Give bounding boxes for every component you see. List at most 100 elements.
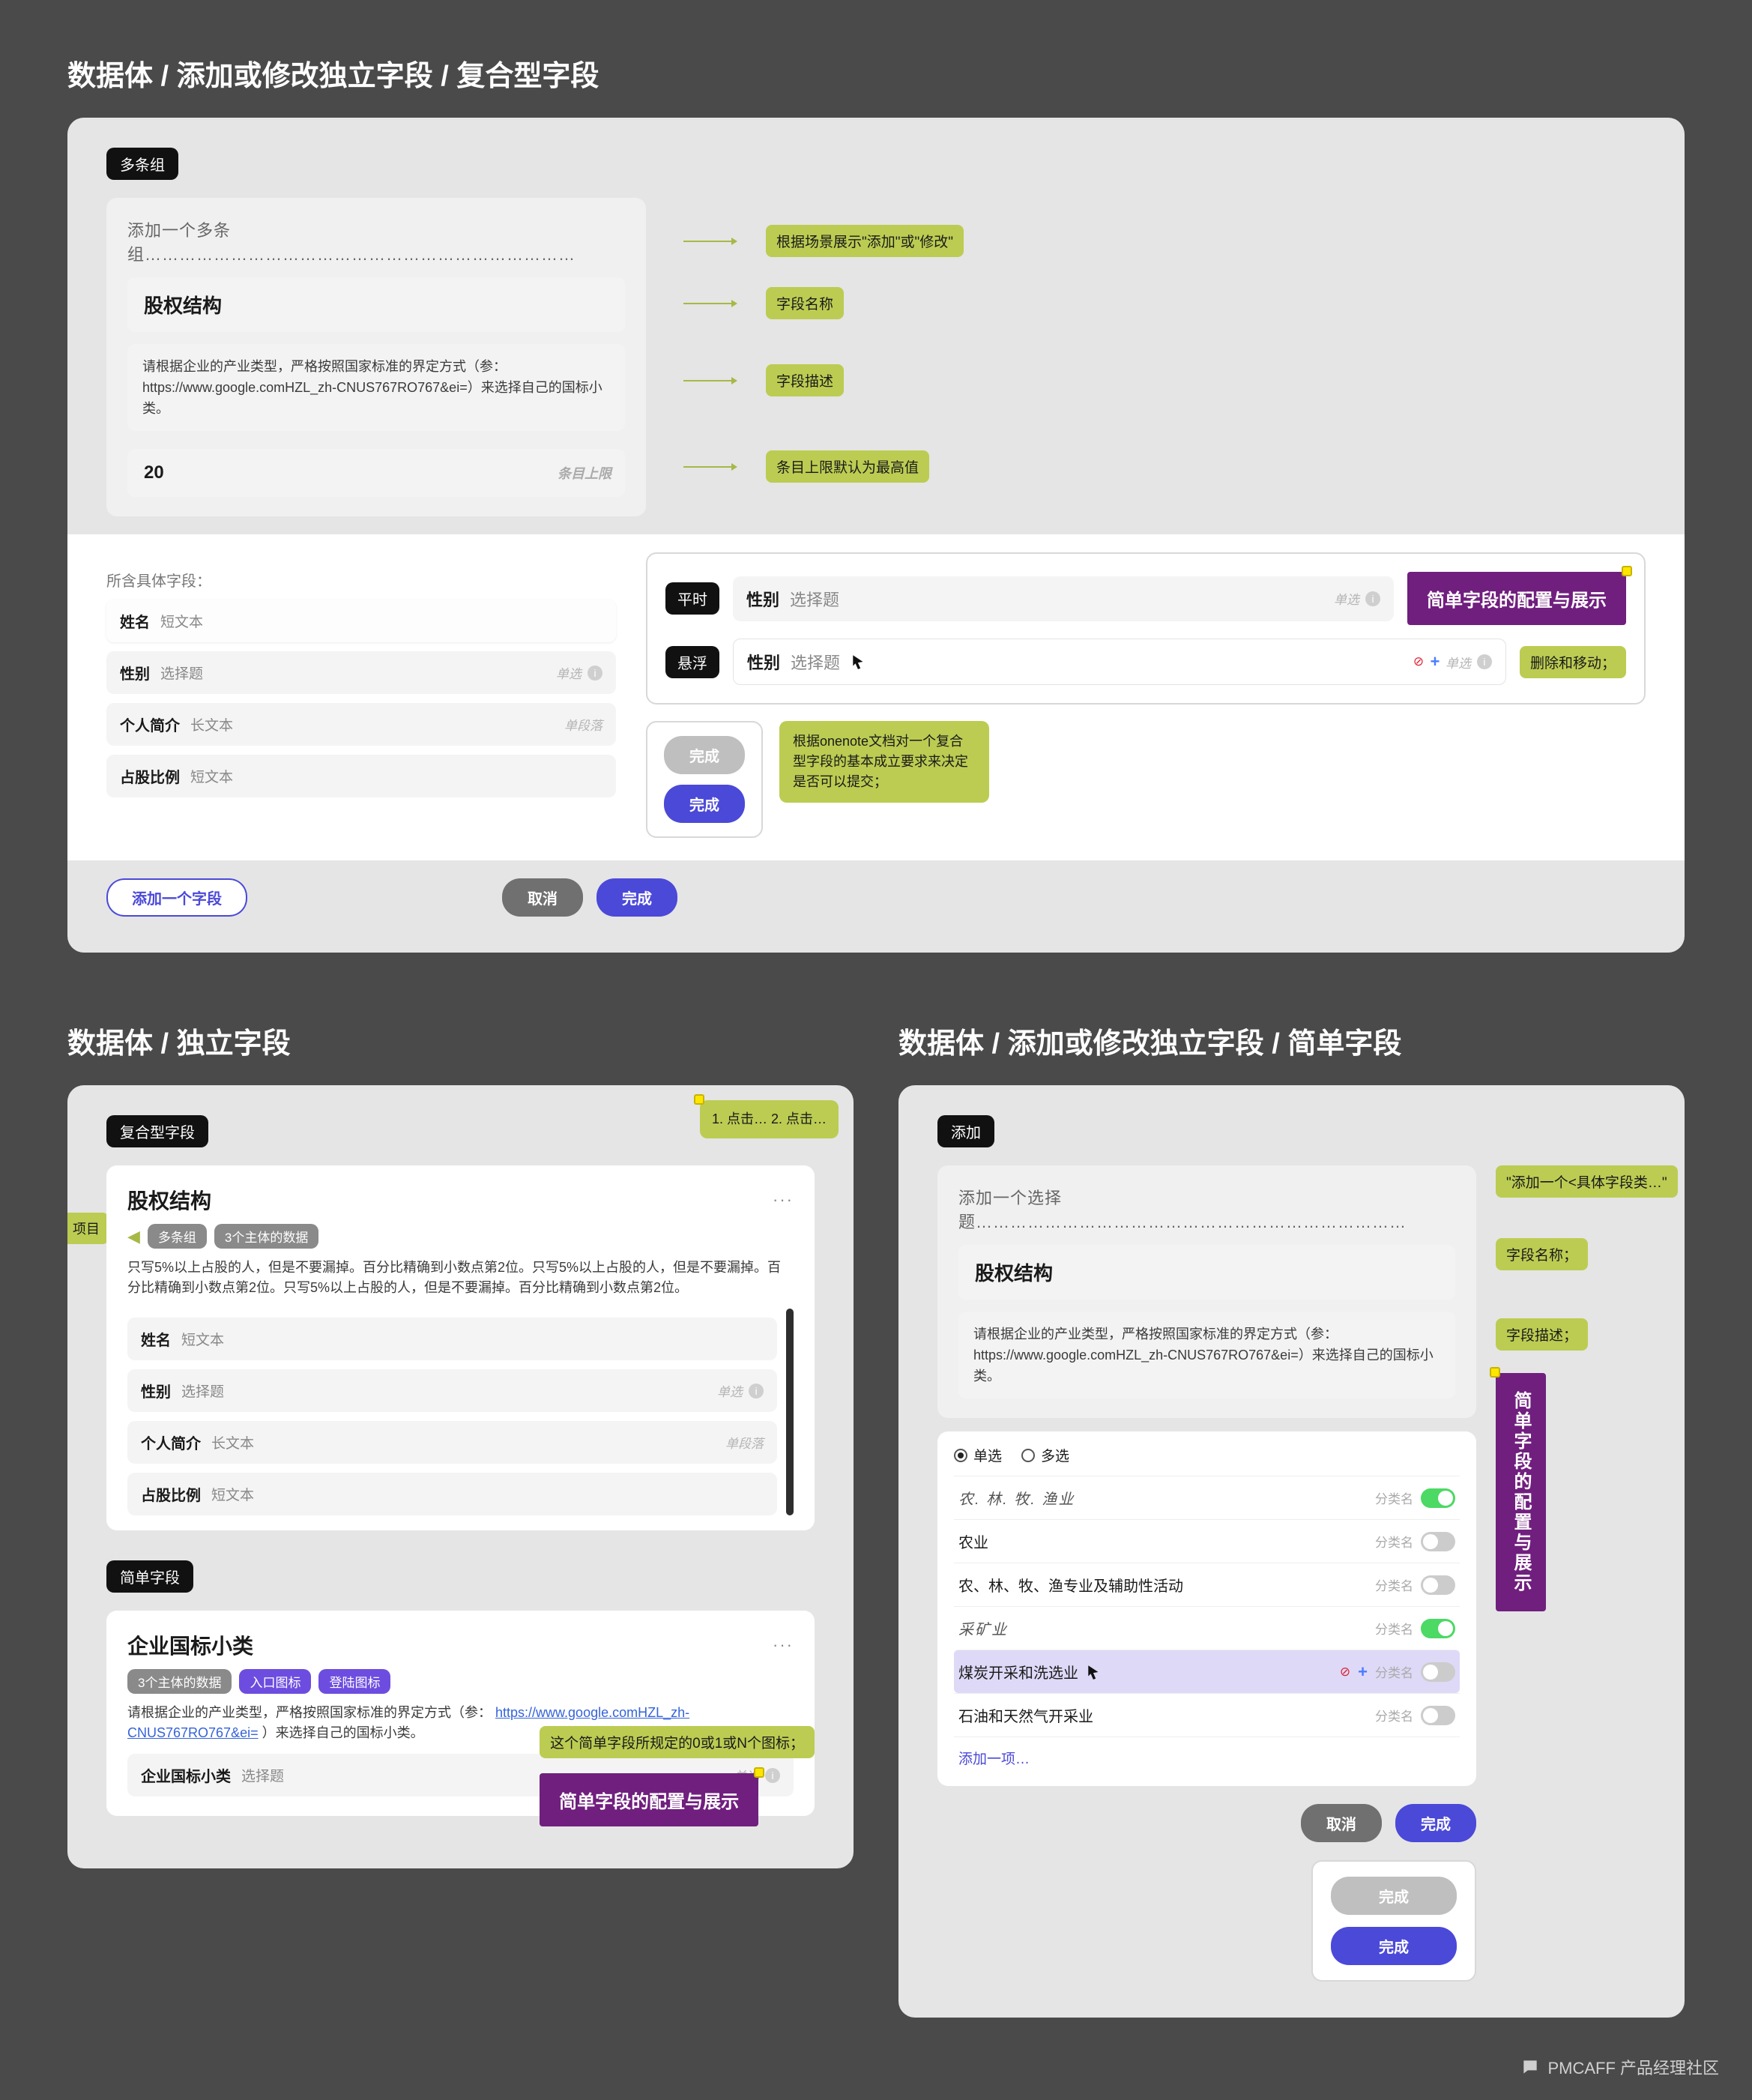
heading-panel3: 数据体 / 添加或修改独立字段 / 简单字段 — [898, 1020, 1685, 1061]
toggle[interactable] — [1421, 1488, 1455, 1508]
anno-limit: 条目上限默认为最高值 — [766, 450, 929, 483]
form1-card: 添加一个多条组………………………………………………………………… 股权结构 请根… — [106, 198, 646, 516]
submit-button[interactable]: 完成 — [596, 878, 677, 917]
more-icon[interactable]: ··· — [773, 1190, 794, 1210]
info-icon: i — [1365, 591, 1380, 606]
pin-icon — [754, 1767, 764, 1778]
toggle[interactable] — [1421, 1575, 1455, 1595]
chip-group: 多条组 — [148, 1224, 207, 1249]
opt-group-header[interactable]: 采矿业 分类名 — [954, 1606, 1460, 1650]
panel1-canvas: 多条组 添加一个多条组………………………………………………………………… 股权结… — [67, 118, 1685, 953]
meta-label: 分类名 — [1375, 1662, 1413, 1681]
done-button-disabled: 完成 — [664, 736, 745, 774]
form3-card: 添加一个选择题………………………………………………………………… 股权结构 请根… — [937, 1165, 1476, 1418]
field-meta: 单选 — [1446, 653, 1471, 672]
list-item[interactable]: 个人简介 长文本 单段落 — [127, 1421, 777, 1464]
radio-multi[interactable]: 多选 — [1021, 1445, 1069, 1465]
opt-name: 农、林、牧、渔专业及辅助性活动 — [958, 1574, 1183, 1596]
field-meta: 单段落 — [725, 1433, 764, 1452]
field-type: 短文本 — [211, 1484, 254, 1504]
field-type: 选择题 — [160, 663, 203, 683]
forbid-icon[interactable]: ⊘ — [1340, 1665, 1350, 1680]
done-button-enabled[interactable]: 完成 — [664, 785, 745, 823]
panel2-canvas: 项目 1. 点击… 2. 点击… 复合型字段 股权结构 ··· ◀ 多条组 3个… — [67, 1085, 854, 1868]
cancel-button[interactable]: 取消 — [1301, 1804, 1382, 1842]
form1-desc-input[interactable]: 请根据企业的产业类型，严格按照国家标准的界定方式（参：https://www.g… — [127, 344, 625, 431]
field-row-gender[interactable]: 性别 选择题 单选i — [106, 651, 616, 694]
state-panel: 平时 性别 选择题 单选i 简单字段的配置与展示 悬浮 — [646, 552, 1646, 704]
field-name: 企业国标小类 — [141, 1764, 231, 1786]
forbid-icon[interactable]: ⊘ — [1413, 654, 1424, 669]
left-edge-chip: 项目 — [67, 1213, 109, 1244]
more-icon[interactable]: ··· — [773, 1635, 794, 1655]
form3-title-text: 股权结构 — [975, 1262, 1053, 1285]
form1-limit-input[interactable]: 20 条目上限 — [127, 449, 625, 497]
form1-limit-hint: 条目上限 — [558, 463, 611, 483]
field-type: 短文本 — [190, 766, 233, 786]
opt-name: 采矿业 — [958, 1617, 1008, 1639]
opt-group-header[interactable]: 农. 林. 牧. 渔业 分类名 — [954, 1476, 1460, 1519]
state-tag-hover: 悬浮 — [665, 646, 719, 678]
side-note: 1. 点击… 2. 点击… — [700, 1100, 839, 1138]
meta-label: 分类名 — [1375, 1532, 1413, 1551]
opt-name: 农业 — [958, 1530, 988, 1552]
opt-item[interactable]: 石油和天然气开采业 分类名 — [954, 1693, 1460, 1737]
done-states: 完成 完成 — [1311, 1860, 1476, 1982]
chip-count: 3个主体的数据 — [214, 1224, 318, 1249]
tag-multi-group: 多条组 — [106, 148, 178, 180]
opt-item-selected[interactable]: 煤炭开采和洗选业 ⊘ + 分类名 — [954, 1650, 1460, 1693]
add-field-button[interactable]: 添加一个字段 — [106, 878, 247, 917]
opt-item[interactable]: 农业 分类名 — [954, 1519, 1460, 1563]
info-icon: i — [1477, 654, 1492, 669]
form1-title-input[interactable]: 股权结构 — [127, 277, 625, 332]
field-name: 姓名 — [120, 610, 150, 632]
toggle[interactable] — [1421, 1619, 1455, 1638]
field-row-share[interactable]: 占股比例 短文本 — [106, 755, 616, 797]
field-name: 个人简介 — [120, 713, 180, 735]
field-type: 长文本 — [190, 714, 233, 734]
opt-item[interactable]: 农、林、牧、渔专业及辅助性活动 分类名 — [954, 1563, 1460, 1606]
pin-icon — [1490, 1367, 1500, 1378]
field-row-name[interactable]: 姓名 短文本 — [106, 600, 616, 642]
toggle[interactable] — [1421, 1706, 1455, 1725]
scrollbar[interactable] — [786, 1309, 794, 1515]
connector — [683, 303, 736, 304]
state-field-flat[interactable]: 性别 选择题 单选i — [733, 576, 1394, 621]
plus-icon[interactable]: + — [1358, 1662, 1368, 1682]
banner-text: 简单字段的配置与展示 — [1511, 1391, 1531, 1593]
opt-name: 农. 林. 牧. 渔业 — [958, 1487, 1075, 1509]
list-item[interactable]: 性别 选择题 单选i — [127, 1369, 777, 1412]
toggle[interactable] — [1421, 1662, 1455, 1682]
cursor-icon — [1086, 1664, 1102, 1680]
field-type: 选择题 — [181, 1381, 224, 1401]
toggle[interactable] — [1421, 1532, 1455, 1551]
form3-desc-input[interactable]: 请根据企业的产业类型，严格按照国家标准的界定方式（参：https://www.g… — [958, 1312, 1455, 1399]
field-type: 选择题 — [791, 650, 840, 674]
submit-button[interactable]: 完成 — [1395, 1804, 1476, 1842]
done-disabled: 完成 — [1331, 1877, 1457, 1915]
banner-text: 简单字段的配置与展示 — [1427, 591, 1607, 611]
field-row-bio[interactable]: 个人简介 长文本 单段落 — [106, 703, 616, 746]
anno-complete-note: 根据onenote文档对一个复合型字段的基本成立要求来决定是否可以提交； — [779, 721, 989, 803]
form3-prompt: 添加一个选择题………………………………………………………………… — [958, 1185, 1455, 1233]
plus-icon[interactable]: + — [1430, 652, 1440, 672]
info-icon: i — [587, 666, 602, 681]
state-field-hover[interactable]: 性别 选择题 ⊘ + 单选 i — [733, 639, 1506, 685]
form1-title-text: 股权结构 — [144, 295, 222, 317]
done-enabled[interactable]: 完成 — [1331, 1927, 1457, 1965]
add-option-link[interactable]: 添加一项… — [954, 1737, 1460, 1778]
radio-single[interactable]: 单选 — [954, 1445, 1002, 1465]
list-item[interactable]: 占股比例 短文本 — [127, 1473, 777, 1515]
anno-context: 根据场景展示"添加"或"修改" — [766, 225, 964, 257]
footer-brand: PMCAFF 产品经理社区 — [1520, 2055, 1719, 2079]
field-name: 姓名 — [141, 1328, 171, 1350]
form3-title-input[interactable]: 股权结构 — [958, 1245, 1455, 1300]
list-item[interactable]: 姓名 短文本 — [127, 1318, 777, 1360]
cancel-button[interactable]: 取消 — [502, 878, 583, 917]
field-meta: 单段落 — [564, 715, 602, 734]
anno-fielddesc: 字段描述 — [766, 364, 844, 396]
info-icon: i — [749, 1384, 764, 1399]
field-type: 短文本 — [160, 611, 203, 631]
connector-dot: ◀ — [127, 1227, 140, 1246]
connector — [683, 466, 736, 468]
